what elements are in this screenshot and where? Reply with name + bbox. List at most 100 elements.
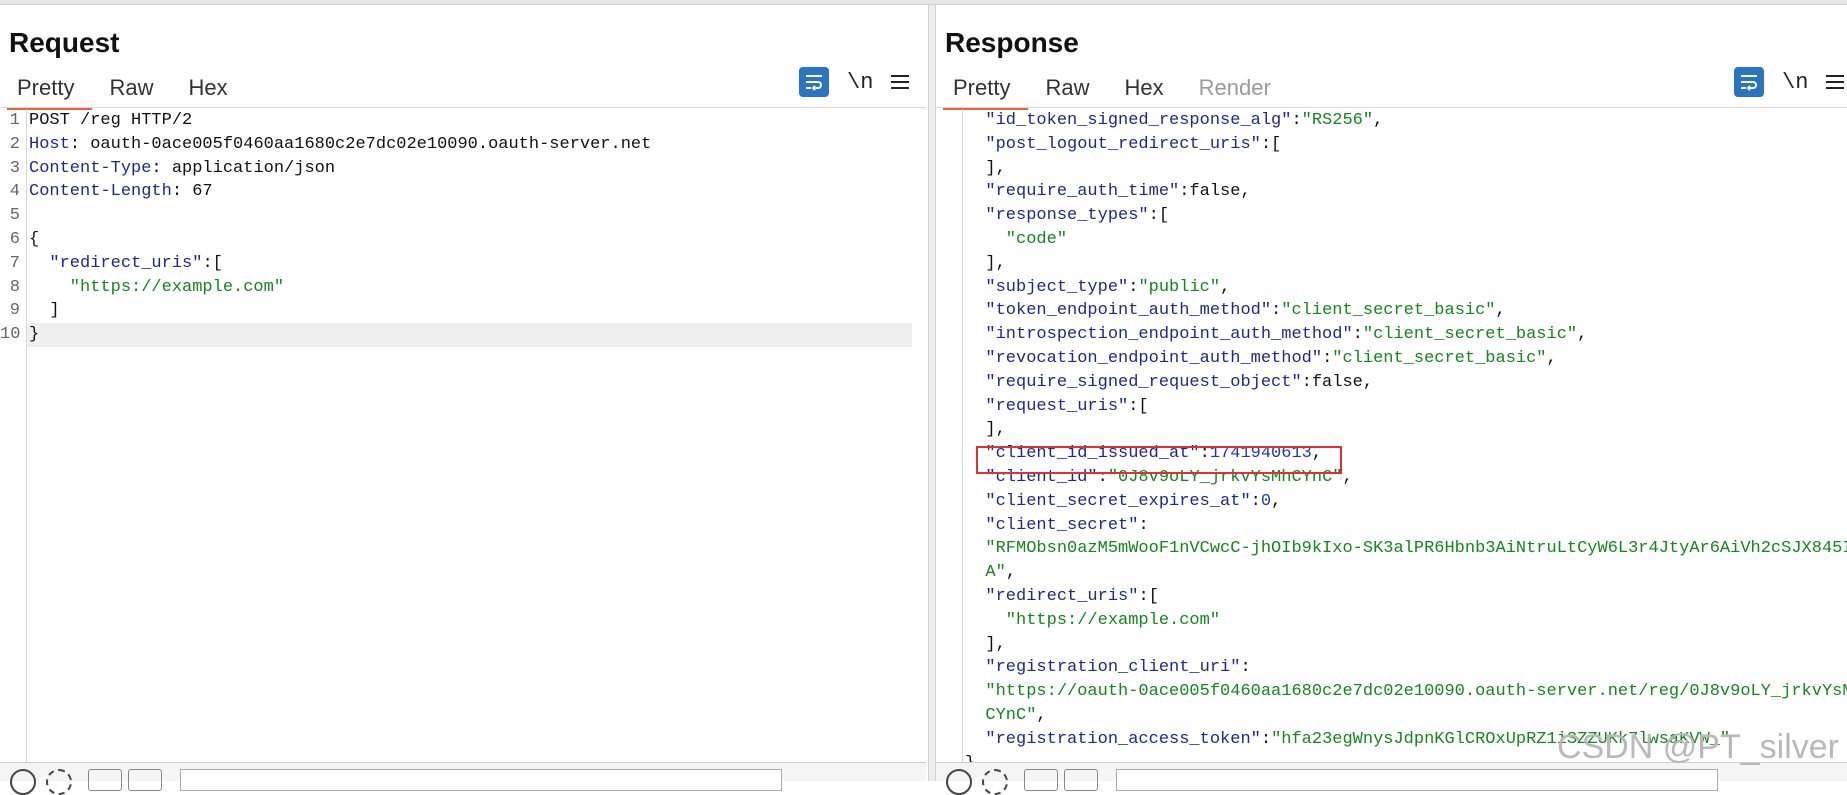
code-text: "redirect_uris":[ bbox=[965, 585, 1159, 609]
help-icon[interactable] bbox=[10, 769, 36, 795]
code-text: ], bbox=[965, 157, 1005, 181]
request-tab-pretty[interactable]: Pretty bbox=[0, 69, 93, 110]
code-token: "https://example.com" bbox=[965, 610, 1221, 630]
code-line: "client_id_issued_at":1741940613, bbox=[936, 442, 1847, 466]
request-tabs: Pretty Raw Hex bbox=[0, 69, 246, 110]
code-text: "RFMObsn0azM5mWooF1nVCwcC-jhOIb9kIxo-SK3… bbox=[965, 537, 1847, 561]
tabbar-divider bbox=[0, 107, 926, 108]
request-search-input[interactable] bbox=[180, 769, 782, 791]
watermark: CSDN @PT_silver bbox=[1557, 728, 1839, 766]
code-token: : bbox=[1128, 277, 1139, 297]
code-line: "redirect_uris":[ bbox=[936, 585, 1847, 609]
code-token: "post_logout_redirect_uris" bbox=[965, 134, 1261, 154]
code-token: : application/json bbox=[151, 158, 336, 178]
newline-toggle-icon[interactable]: \n bbox=[1782, 70, 1808, 95]
code-token: "response_types" bbox=[965, 206, 1149, 226]
code-token: "client_id" bbox=[965, 467, 1098, 487]
code-token: "subject_type" bbox=[965, 277, 1129, 297]
code-token: "client_secret_basic" bbox=[1332, 348, 1547, 368]
code-text: ], bbox=[965, 418, 1005, 442]
code-token: ], bbox=[965, 634, 1006, 654]
code-token: "registration_access_token" bbox=[965, 729, 1261, 749]
code-text: "https://example.com" bbox=[29, 276, 284, 300]
code-line: "client_id":"0J8v9oLY_jrkvYsMhCYnC", bbox=[936, 466, 1847, 490]
code-text: "introspection_endpoint_auth_method":"cl… bbox=[965, 323, 1587, 347]
code-token: , bbox=[1005, 563, 1017, 583]
request-tab-hex[interactable]: Hex bbox=[171, 69, 245, 107]
code-line: "require_auth_time":false, bbox=[936, 180, 1847, 204]
code-token: "require_auth_time" bbox=[965, 182, 1180, 202]
code-token: : bbox=[1291, 111, 1302, 130]
code-line: 6{ bbox=[0, 228, 926, 252]
code-text: ], bbox=[965, 252, 1005, 276]
request-title: Request bbox=[9, 27, 120, 58]
request-toolbar: \n bbox=[799, 67, 910, 97]
code-line: "RFMObsn0azM5mWooF1nVCwcC-jhOIb9kIxo-SK3… bbox=[936, 537, 1847, 561]
code-text: "revocation_endpoint_auth_method":"clien… bbox=[965, 347, 1556, 371]
code-token: :[ bbox=[1138, 586, 1159, 606]
line-number: 10 bbox=[0, 325, 21, 345]
code-token: "client_secret" bbox=[965, 515, 1139, 535]
response-tab-render[interactable]: Render bbox=[1182, 69, 1289, 107]
code-token: { bbox=[29, 229, 40, 249]
code-text: "require_auth_time":false, bbox=[965, 180, 1250, 204]
code-line: 8 "https://example.com" bbox=[0, 276, 926, 300]
code-text: "https://oauth-0ace005f0460aa1680c2e7dc0… bbox=[965, 680, 1847, 704]
response-tab-pretty[interactable]: Pretty bbox=[936, 69, 1029, 110]
response-tab-hex[interactable]: Hex bbox=[1107, 69, 1181, 107]
newline-toggle-icon[interactable]: \n bbox=[847, 70, 873, 95]
code-line: "post_logout_redirect_uris":[ bbox=[936, 133, 1847, 157]
request-editor[interactable]: 1 POST /reg HTTP/2 2 Host: oauth-0ace005f04… bbox=[0, 109, 926, 763]
back-button[interactable] bbox=[88, 769, 122, 791]
code-token: ] bbox=[29, 301, 60, 321]
response-editor[interactable]: "id_token_signed_response_alg":"RS256", … bbox=[936, 109, 1847, 763]
code-text: "client_secret": bbox=[965, 514, 1148, 538]
back-button[interactable] bbox=[1024, 769, 1058, 791]
code-token: "https://oauth-0ace005f0460aa1680c2e7dc0… bbox=[965, 682, 1847, 702]
code-token: 0 bbox=[1260, 491, 1272, 511]
line-number: 1 bbox=[9, 111, 20, 130]
code-line: "subject_type":"public", bbox=[936, 276, 1847, 300]
forward-button[interactable] bbox=[128, 769, 162, 791]
hamburger-menu-icon[interactable] bbox=[891, 75, 910, 89]
code-token: , bbox=[1373, 111, 1384, 130]
code-token: : bbox=[1199, 444, 1210, 464]
code-token: "RFMObsn0azM5mWooF1nVCwcC-jhOIb9kIxo-SK3… bbox=[965, 539, 1847, 559]
code-line: ], bbox=[936, 633, 1847, 657]
settings-gear-icon[interactable] bbox=[46, 769, 72, 795]
word-wrap-icon[interactable] bbox=[799, 67, 829, 97]
request-tab-raw[interactable]: Raw bbox=[92, 69, 171, 107]
code-line: "id_token_signed_response_alg":"RS256", bbox=[936, 109, 1847, 133]
help-icon[interactable] bbox=[946, 769, 972, 795]
response-search-input[interactable] bbox=[1116, 769, 1718, 791]
code-text: "code" bbox=[965, 228, 1067, 252]
word-wrap-icon[interactable] bbox=[1734, 67, 1764, 97]
code-text: "token_endpoint_auth_method":"client_sec… bbox=[965, 299, 1506, 323]
code-token: , bbox=[1495, 301, 1506, 321]
code-token: 1741940613 bbox=[1209, 444, 1312, 464]
code-line: ], bbox=[936, 157, 1847, 181]
code-text: "registration_client_uri": bbox=[965, 656, 1250, 680]
code-token: : bbox=[1260, 729, 1272, 749]
code-text: "client_id":"0J8v9oLY_jrkvYsMhCYnC", bbox=[965, 466, 1352, 490]
request-statusbar bbox=[0, 762, 926, 795]
response-tab-raw[interactable]: Raw bbox=[1028, 69, 1107, 107]
forward-button[interactable] bbox=[1064, 769, 1098, 791]
hamburger-menu-icon[interactable] bbox=[1826, 75, 1845, 89]
code-text: POST /reg HTTP/2 bbox=[29, 109, 192, 133]
code-token: "RS256" bbox=[1301, 111, 1374, 130]
code-token: , bbox=[1577, 325, 1588, 345]
line-number: 9 bbox=[9, 301, 20, 321]
code-token: "client_secret_expires_at" bbox=[965, 491, 1251, 511]
tabbar-divider bbox=[936, 107, 1847, 108]
settings-gear-icon[interactable] bbox=[982, 769, 1008, 795]
code-line: 1 POST /reg HTTP/2 bbox=[0, 109, 926, 133]
code-token: Host bbox=[29, 134, 70, 154]
pane-splitter[interactable] bbox=[928, 5, 936, 781]
code-text: "post_logout_redirect_uris":[ bbox=[965, 133, 1281, 157]
code-line: "code" bbox=[936, 228, 1847, 252]
code-line: 5 bbox=[0, 204, 926, 228]
code-token: Content-Type bbox=[29, 158, 152, 178]
code-line: "client_secret": bbox=[936, 514, 1847, 538]
code-line: A", bbox=[936, 561, 1847, 585]
